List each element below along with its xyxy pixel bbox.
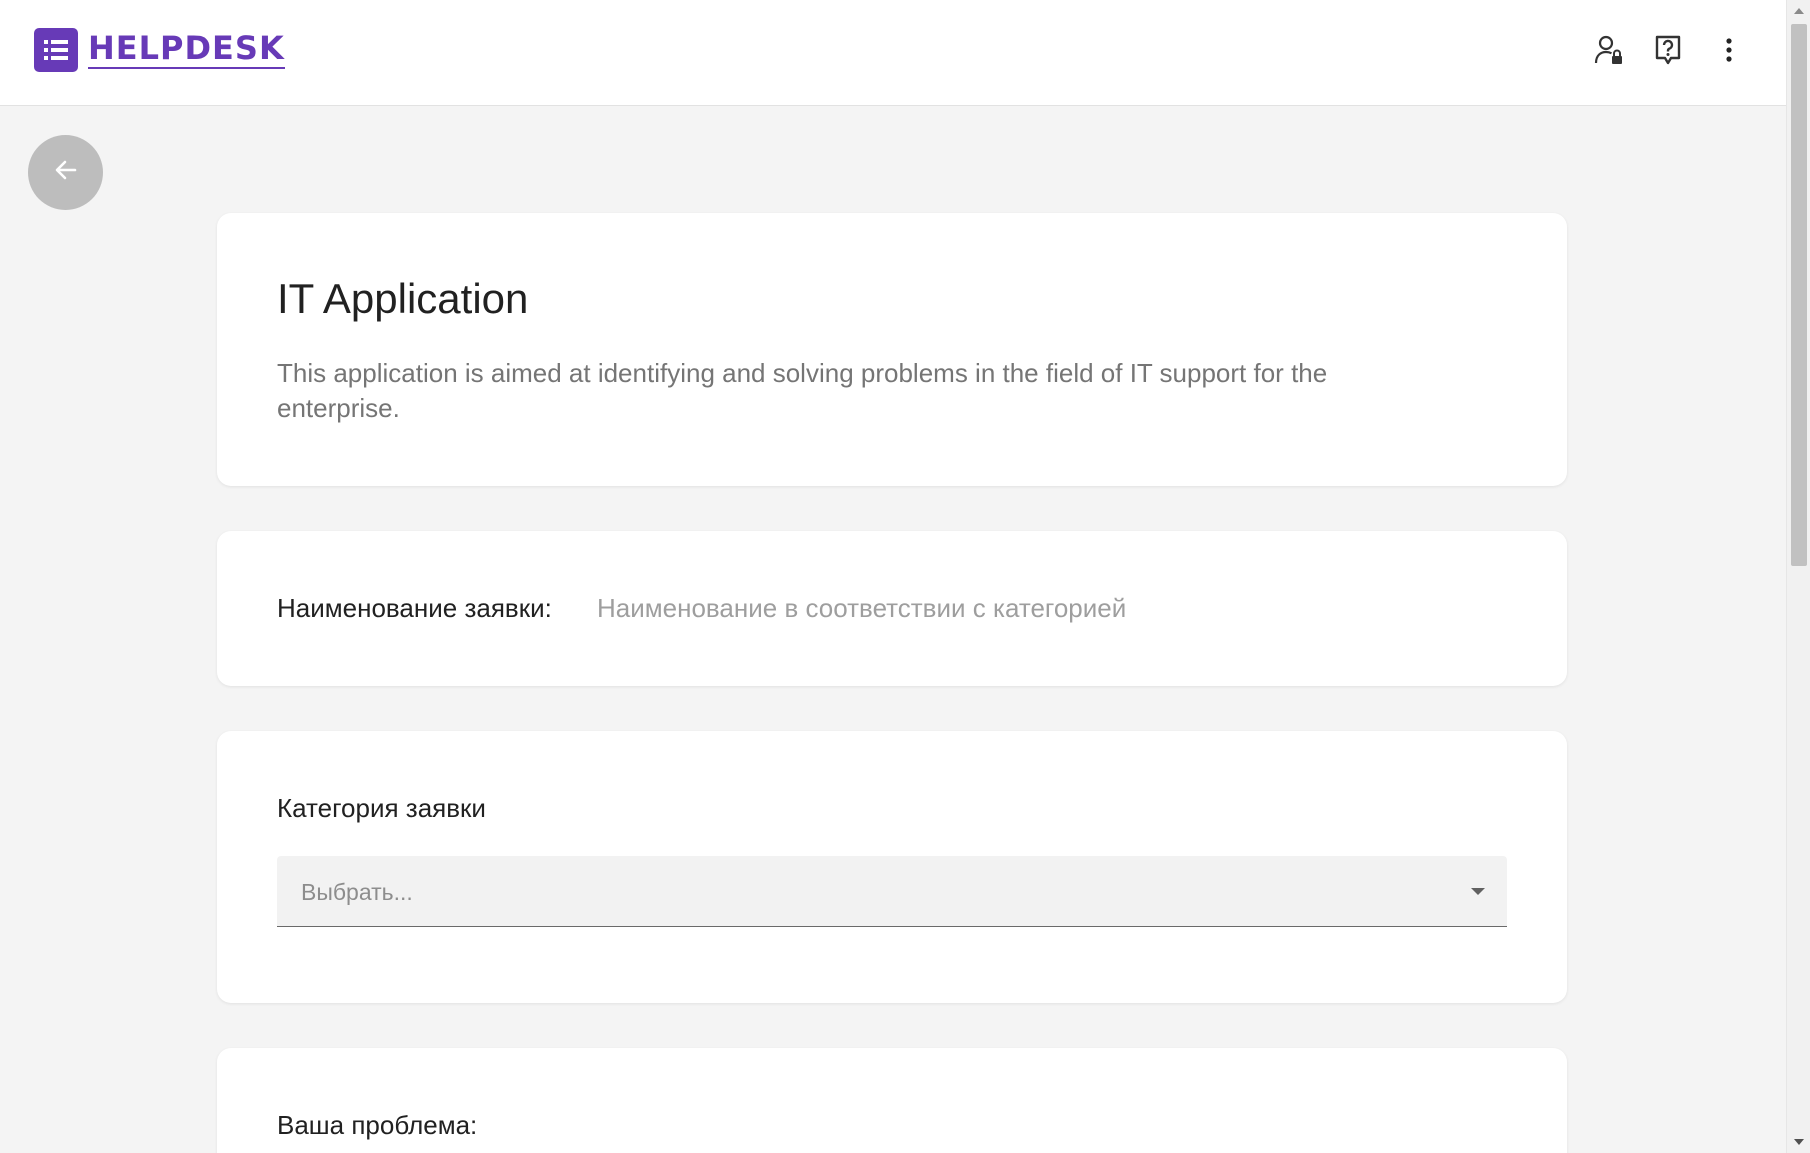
category-card: Категория заявки Выбрать... bbox=[217, 731, 1567, 1003]
scroll-thumb[interactable] bbox=[1791, 24, 1807, 566]
dropdown-arrow-icon bbox=[1471, 888, 1485, 895]
scroll-down-icon[interactable] bbox=[1794, 1139, 1804, 1145]
list-icon bbox=[34, 28, 78, 72]
more-menu-button[interactable] bbox=[1707, 30, 1751, 74]
help-button[interactable] bbox=[1646, 30, 1690, 74]
arrow-left-icon bbox=[53, 157, 79, 188]
category-field-label: Категория заявки bbox=[277, 793, 486, 823]
scroll-up-icon[interactable] bbox=[1794, 8, 1804, 14]
form-title: IT Application bbox=[277, 275, 529, 322]
form-header-card: IT Application This application is aimed… bbox=[217, 213, 1567, 486]
user-lock-icon bbox=[1594, 34, 1624, 71]
logo-text: HELPDESK bbox=[88, 29, 285, 69]
user-lock-button[interactable] bbox=[1587, 30, 1631, 74]
helpdesk-logo[interactable]: HELPDESK bbox=[34, 28, 285, 72]
form-description: This application is aimed at identifying… bbox=[277, 358, 1328, 423]
name-card: Наименование заявки: bbox=[217, 531, 1567, 686]
name-field-label: Наименование заявки: bbox=[277, 593, 552, 623]
vertical-scrollbar[interactable] bbox=[1786, 0, 1810, 1153]
back-button[interactable] bbox=[28, 135, 103, 210]
more-vert-icon bbox=[1725, 37, 1733, 67]
category-select-value: Выбрать... bbox=[301, 879, 413, 905]
problem-card: Ваша проблема: bbox=[217, 1048, 1567, 1153]
name-input[interactable] bbox=[597, 583, 1497, 633]
app-header: HELPDESK bbox=[0, 0, 1786, 106]
category-select[interactable]: Выбрать... bbox=[277, 856, 1507, 927]
help-icon bbox=[1653, 34, 1683, 71]
problem-field-label: Ваша проблема: bbox=[277, 1110, 478, 1140]
